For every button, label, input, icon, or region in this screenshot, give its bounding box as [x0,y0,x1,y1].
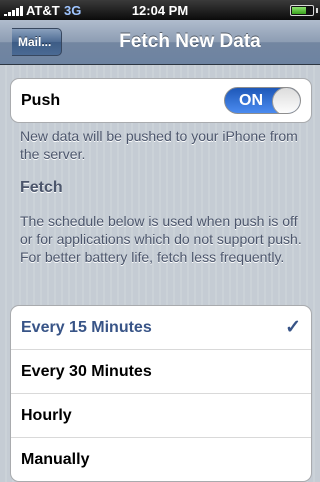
carrier-name: AT&T [26,3,60,18]
fetch-option-hourly[interactable]: Hourly [11,394,311,438]
navigation-bar: Mail... Fetch New Data [0,20,320,65]
signal-strength-icon [4,6,23,16]
fetch-option-every-30-minutes[interactable]: Every 30 Minutes [11,350,311,394]
battery-nub-icon [316,8,318,13]
push-group: Push ON [10,78,312,123]
checkmark-icon: ✓ [285,317,301,338]
back-button-label: Mail... [18,35,52,49]
push-row: Push ON [11,79,311,122]
back-button[interactable]: Mail... [0,27,62,58]
push-toggle[interactable]: ON [224,87,301,114]
toggle-state-label: ON [239,92,263,109]
push-label: Push [21,92,61,109]
toggle-knob[interactable] [272,88,300,113]
battery-level [292,7,306,14]
status-bar: AT&T 3G 12:04 PM [0,0,320,20]
push-description: New data will be pushed to your iPhone f… [20,128,298,162]
battery-icon [290,5,314,16]
fetch-section-header: Fetch [20,179,63,196]
fetch-option-manually[interactable]: Manually [11,438,311,481]
fetch-option-label: Manually [21,451,90,468]
fetch-option-label: Every 30 Minutes [21,363,152,380]
fetch-option-label: Every 15 Minutes [21,319,152,336]
network-type: 3G [64,3,82,18]
page-title: Fetch New Data [119,31,261,52]
fetch-option-label: Hourly [21,407,72,424]
fetch-option-every-15-minutes[interactable]: Every 15 Minutes ✓ [11,306,311,350]
fetch-description: The schedule below is used when push is … [20,213,302,265]
fetch-options-group: Every 15 Minutes ✓ Every 30 Minutes Hour… [10,305,312,482]
